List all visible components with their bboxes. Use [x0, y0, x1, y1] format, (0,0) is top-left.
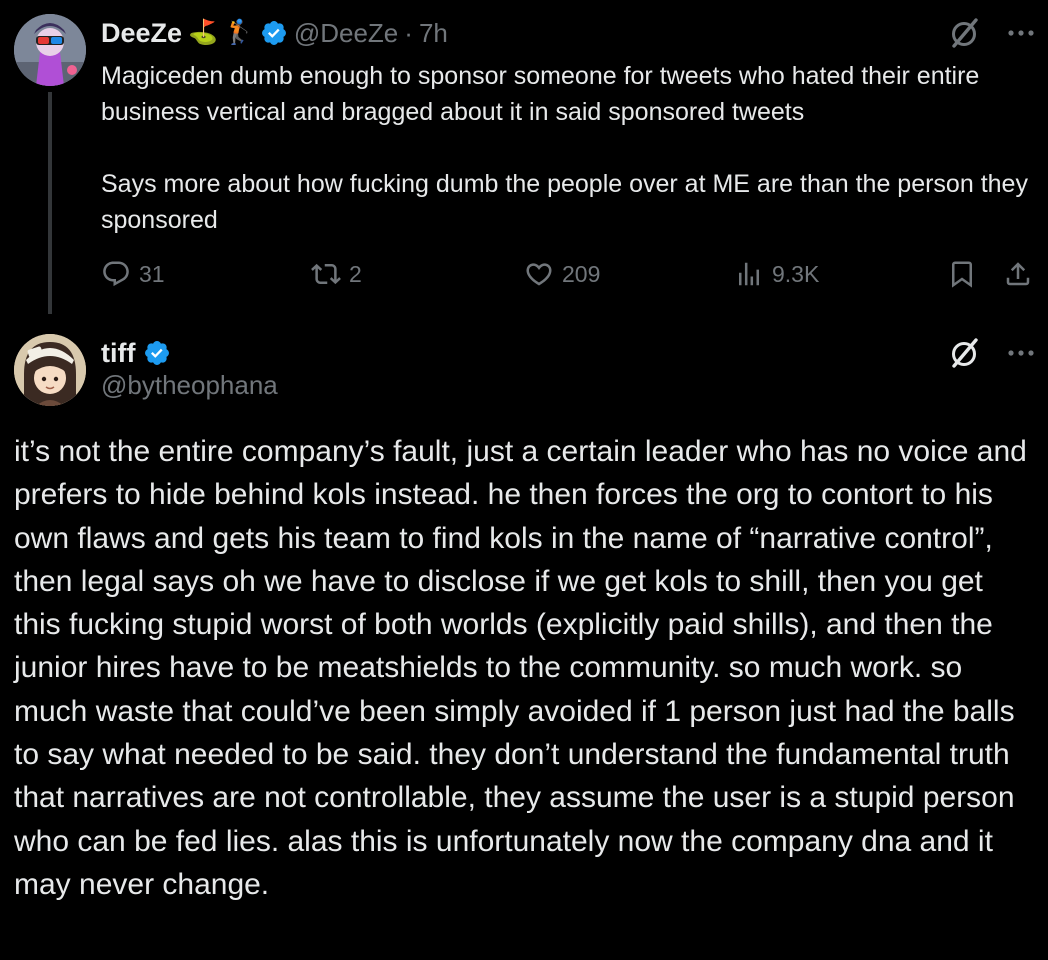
- golfer-emoji: 🏌: [223, 19, 254, 46]
- reply-button[interactable]: 31: [101, 254, 165, 294]
- bookmark-button[interactable]: [947, 254, 977, 294]
- view-count: 9.3K: [772, 260, 820, 287]
- parent-tweet-paragraph: Says more about how fucking dumb the peo…: [101, 170, 1028, 234]
- reply-author-handle[interactable]: @bytheophana: [101, 370, 278, 401]
- golf-flag-emoji: ⛳: [188, 19, 218, 46]
- repost-arrows-icon: [311, 263, 341, 285]
- repost-button[interactable]: 2: [311, 254, 362, 294]
- post-time[interactable]: 7h: [419, 18, 448, 49]
- author-display-name[interactable]: DeeZe: [101, 18, 182, 49]
- bookmark-icon: [952, 261, 972, 288]
- meta-separator: ·: [404, 17, 413, 48]
- views-bars-icon: [739, 262, 759, 286]
- tweet-thread-screenshot: DeeZe ⛳ 🏌 @DeeZe · 7h Magiceden dumb eno…: [0, 0, 1048, 960]
- verified-badge-icon[interactable]: [260, 19, 288, 47]
- reply-tweet-header: tiff: [101, 334, 171, 372]
- deeze-avatar-illustration: [14, 14, 86, 86]
- more-dots-icon[interactable]: [1008, 29, 1034, 37]
- thread-connector-line: [48, 92, 52, 314]
- more-dots-icon[interactable]: [1008, 349, 1034, 357]
- reply-author-display-name[interactable]: tiff: [101, 338, 135, 369]
- share-upload-icon: [1006, 262, 1030, 286]
- grok-slash-icon[interactable]: [946, 335, 982, 371]
- like-count: 209: [562, 260, 601, 287]
- parent-tweet-text: Magiceden dumb enough to sponsor someone…: [101, 58, 1031, 238]
- deeze-avatar[interactable]: [14, 14, 86, 86]
- reply-bubble-icon: [103, 261, 129, 287]
- parent-tweet-top-actions: [946, 14, 1034, 52]
- parent-tweet-paragraph: Magiceden dumb enough to sponsor someone…: [101, 62, 980, 126]
- share-button[interactable]: [1003, 254, 1033, 294]
- parent-tweet-header: DeeZe ⛳ 🏌 @DeeZe · 7h: [101, 14, 448, 52]
- author-handle[interactable]: @DeeZe: [294, 18, 398, 49]
- tiff-avatar[interactable]: [14, 334, 86, 406]
- verified-badge-icon[interactable]: [143, 339, 171, 367]
- tiff-avatar-illustration: [14, 334, 86, 406]
- reply-tweet-text: it’s not the entire company’s fault, jus…: [14, 435, 1027, 901]
- grok-slash-icon[interactable]: [946, 15, 982, 51]
- heart-icon: [526, 263, 552, 286]
- repost-count: 2: [349, 260, 362, 287]
- parent-tweet-action-bar: 31 2 209 9.3K: [101, 254, 1034, 294]
- views-button[interactable]: 9.3K: [734, 254, 819, 294]
- reply-tweet-top-actions: [946, 332, 1034, 374]
- like-button[interactable]: 209: [524, 254, 600, 294]
- reply-count: 31: [139, 260, 165, 287]
